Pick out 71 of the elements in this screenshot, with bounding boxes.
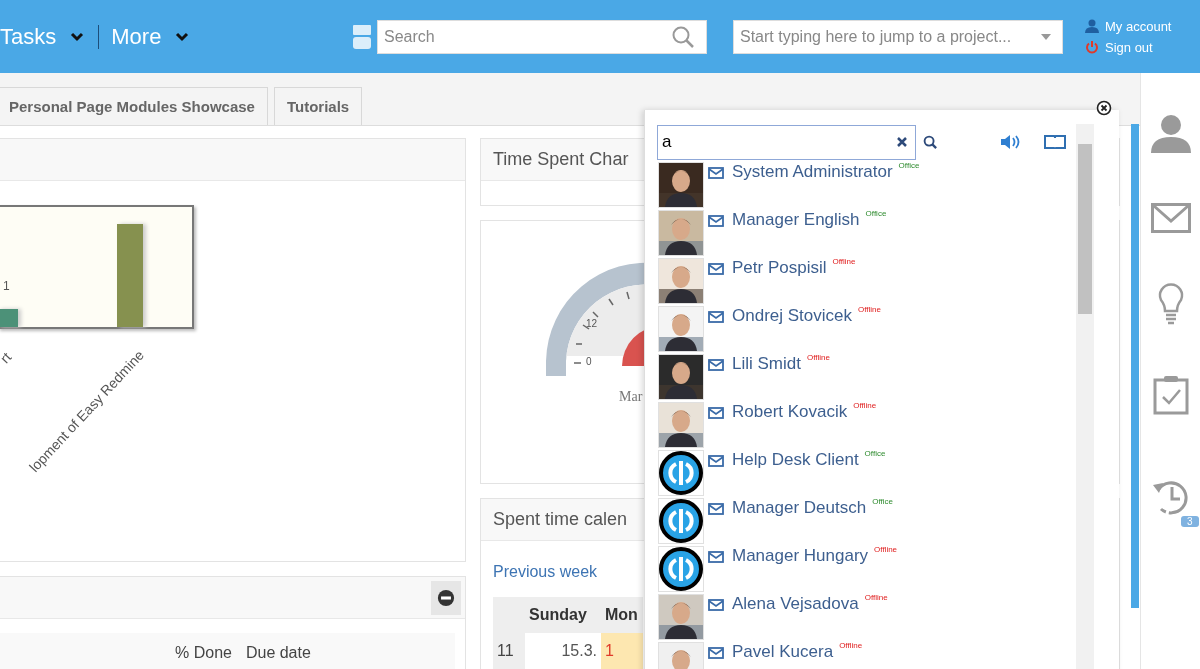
user-name-link[interactable]: System Administrator — [732, 161, 893, 183]
mail-icon[interactable] — [708, 311, 724, 323]
person-icon — [1085, 19, 1099, 33]
status-label: Offline — [806, 353, 830, 363]
status-label: Office — [865, 209, 887, 219]
user-name-link[interactable]: Manager Hungary — [732, 545, 869, 567]
mail-icon[interactable] — [708, 407, 724, 419]
logo-avatar-icon — [658, 450, 704, 496]
chevron-down-icon[interactable] — [70, 31, 85, 42]
project-jump-field[interactable]: Start typing here to jump to a project... — [733, 19, 1063, 54]
logo-avatar-icon — [658, 546, 704, 592]
day-header: Mon — [601, 597, 643, 633]
mail-icon[interactable] — [1150, 203, 1191, 233]
status-label: Offline — [832, 257, 856, 267]
mail-icon[interactable] — [708, 263, 724, 275]
collapse-button[interactable] — [431, 580, 461, 615]
tab[interactable]: Tutorials — [273, 87, 363, 125]
power-icon — [1085, 40, 1099, 54]
status-label: Offline — [864, 593, 888, 603]
status-label: Office — [872, 497, 893, 507]
column-header[interactable]: Due date — [245, 644, 311, 662]
dropdown-arrow-icon[interactable] — [1041, 33, 1051, 40]
count-badge: 3 — [1180, 516, 1199, 527]
mail-icon[interactable] — [708, 647, 724, 659]
user-name-link[interactable]: Lili Smidt — [732, 353, 801, 375]
mail-icon[interactable] — [708, 599, 724, 611]
panel-title: Spent time calen — [493, 509, 628, 530]
close-icon[interactable] — [1096, 100, 1112, 116]
day-header: Sunday — [525, 597, 601, 633]
gauge-caption: Mar — [619, 389, 644, 405]
search-field[interactable]: Search — [377, 19, 707, 54]
user-name-link[interactable]: Alena Vejsadova — [732, 593, 859, 615]
scrollbar[interactable] — [1076, 124, 1094, 669]
mail-icon[interactable] — [708, 359, 724, 371]
status-label: Offline — [853, 401, 877, 411]
search-icon[interactable] — [923, 134, 938, 150]
logo-avatar-icon — [658, 498, 704, 544]
value-label: 1 — [3, 279, 10, 293]
week-number: 11 — [493, 633, 525, 669]
user-name-link[interactable]: Ondrej Stovicek — [732, 305, 852, 327]
status-label: Office — [864, 449, 886, 459]
user-name-link[interactable]: Petr Pospisil — [732, 257, 827, 279]
status-label: Office — [898, 161, 920, 171]
mail-icon[interactable] — [708, 215, 724, 227]
calendar-cell: 1 — [601, 633, 643, 669]
mail-icon[interactable] — [708, 455, 724, 467]
status-label: Offline — [858, 305, 881, 315]
user-name-link[interactable]: Pavel Kucera — [732, 641, 834, 663]
user-name-link[interactable]: Help Desk Client — [732, 449, 859, 471]
mail-icon[interactable] — [708, 551, 724, 563]
tab[interactable]: Personal Page Modules Showcase — [0, 87, 268, 125]
chevron-down-icon[interactable] — [175, 31, 190, 42]
user-name-link[interactable]: Manager English — [732, 209, 860, 231]
clipboard-check-icon[interactable] — [1152, 375, 1189, 415]
mail-icon[interactable] — [708, 167, 724, 179]
user-name-link[interactable]: Robert Kovacik — [732, 401, 848, 423]
status-label: Offline — [874, 545, 898, 555]
mail-icon[interactable] — [708, 503, 724, 515]
user-name-link[interactable]: Manager Deutsch — [732, 497, 867, 519]
lightbulb-icon[interactable] — [1156, 283, 1185, 325]
people-search-field[interactable]: a — [657, 124, 916, 160]
status-label: Offline — [839, 641, 863, 651]
speaker-icon[interactable] — [1000, 134, 1022, 150]
panel-title: Time Spent Char — [493, 149, 629, 170]
scrollbar-thumb[interactable] — [1078, 144, 1092, 314]
column-header[interactable]: % Done — [175, 644, 232, 662]
minus-icon — [437, 587, 455, 608]
category-label: rt — [0, 349, 15, 367]
calendar-cell: 15.3. — [525, 633, 601, 669]
clear-icon[interactable] — [896, 136, 908, 148]
user-icon[interactable] — [1148, 113, 1193, 153]
